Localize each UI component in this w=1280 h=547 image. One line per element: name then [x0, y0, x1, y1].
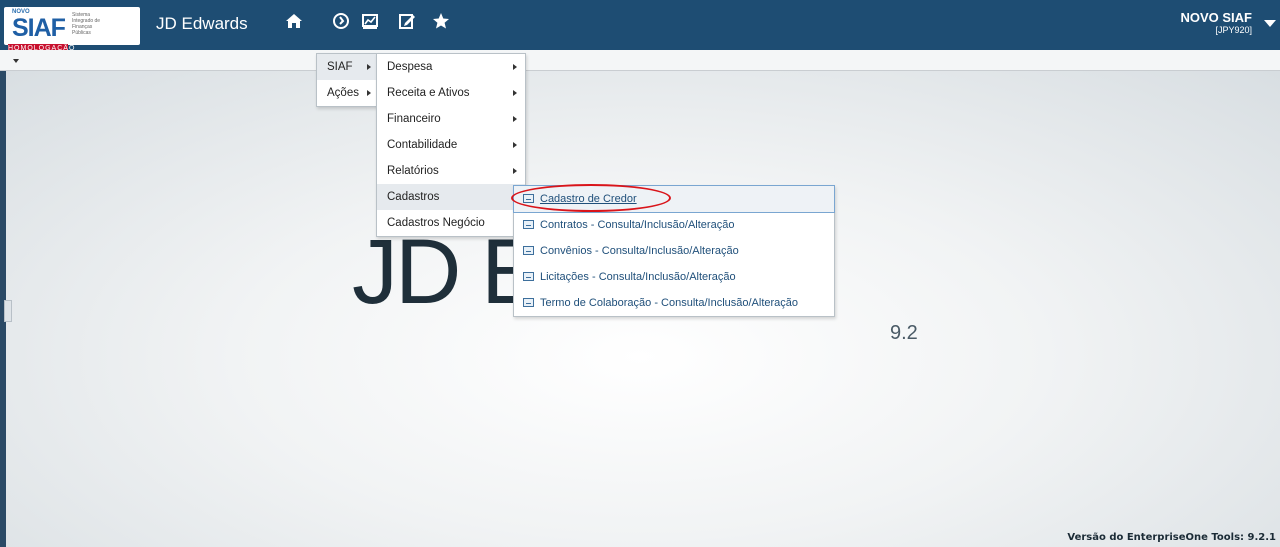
submenu-arrow-icon	[513, 116, 517, 122]
submenu-arrow-icon	[367, 90, 371, 96]
menu-item-label: Cadastros Negócio	[387, 217, 485, 229]
task-cadastro-de-credor[interactable]: Cadastro de Credor	[513, 185, 835, 213]
task-licitacoes[interactable]: Licitações - Consulta/Inclusão/Alteração	[514, 264, 834, 290]
task-app-icon	[523, 220, 534, 229]
caret-down-icon[interactable]	[13, 59, 19, 63]
edit-icon[interactable]	[396, 12, 418, 34]
task-label: Cadastro de Credor	[540, 193, 637, 205]
task-app-icon	[523, 194, 534, 203]
submenu-arrow-icon	[513, 142, 517, 148]
task-contratos[interactable]: Contratos - Consulta/Inclusão/Alteração	[514, 212, 834, 238]
tools-version-label: Versão do EnterpriseOne Tools: 9.2.1	[1067, 532, 1276, 543]
siaf-logo[interactable]: NOVO SIAF Sistema Integrado de Finanças …	[4, 7, 140, 53]
dashboard-icon[interactable]	[359, 12, 381, 34]
submenu-arrow-icon	[513, 168, 517, 174]
submenu-arrow-icon	[513, 90, 517, 96]
menu-item-label: Relatórios	[387, 165, 439, 177]
menu-item-cadastros-negocio[interactable]: Cadastros Negócio	[377, 210, 525, 236]
menu-item-label: Receita e Ativos	[387, 87, 470, 99]
menu-item-financeiro[interactable]: Financeiro	[377, 106, 525, 132]
menu-item-receita-ativos[interactable]: Receita e Ativos	[377, 80, 525, 106]
menu-item-label: SIAF	[327, 61, 353, 73]
submenu-arrow-icon	[513, 64, 517, 70]
user-dropdown-caret-icon[interactable]	[1264, 20, 1276, 27]
menu-item-despesa[interactable]: Despesa	[377, 54, 525, 80]
task-label: Licitações - Consulta/Inclusão/Alteração	[540, 271, 736, 283]
task-app-icon	[523, 272, 534, 281]
menu-item-siaf[interactable]: SIAF	[317, 54, 379, 80]
favorites-star-icon[interactable]	[430, 12, 452, 34]
user-menu[interactable]: NOVO SIAF [JPY920]	[1180, 10, 1252, 35]
task-convenios[interactable]: Convênios - Consulta/Inclusão/Alteração	[514, 238, 834, 264]
menu-level1: SIAF Ações	[316, 53, 380, 107]
task-label: Termo de Colaboração - Consulta/Inclusão…	[540, 297, 799, 309]
menu-item-contabilidade[interactable]: Contabilidade	[377, 132, 525, 158]
user-name: NOVO SIAF	[1180, 10, 1252, 25]
menu-item-label: Despesa	[387, 61, 433, 73]
submenu-arrow-icon	[367, 64, 371, 70]
task-app-icon	[523, 298, 534, 307]
jde-version: 9.2	[890, 322, 918, 344]
menu-level3-cadastros: Cadastro de Credor Contratos - Consulta/…	[513, 185, 835, 317]
menu-level2: Despesa Receita e Ativos Financeiro Cont…	[376, 53, 526, 237]
task-app-icon	[523, 246, 534, 255]
menu-item-label: Financeiro	[387, 113, 441, 125]
menu-item-acoes[interactable]: Ações	[317, 80, 379, 106]
logo-siaf-text: SIAF	[12, 14, 66, 42]
task-termo-de-colaboracao[interactable]: Termo de Colaboração - Consulta/Inclusão…	[514, 290, 834, 316]
menu-item-relatorios[interactable]: Relatórios	[377, 158, 525, 184]
recent-icon[interactable]	[330, 12, 352, 34]
menu-item-label: Cadastros	[387, 191, 440, 203]
carousel-toolbar	[0, 50, 1280, 71]
menu-item-cadastros[interactable]: Cadastros	[377, 184, 525, 210]
top-navigation-bar: NOVO SIAF Sistema Integrado de Finanças …	[0, 0, 1280, 53]
side-panel-handle[interactable]	[4, 300, 12, 322]
task-label: Contratos - Consulta/Inclusão/Alteração	[540, 219, 735, 231]
home-icon[interactable]	[283, 12, 305, 34]
app-name: JD Edwards	[156, 14, 248, 33]
menu-item-label: Ações	[327, 87, 359, 99]
user-environment: [JPY920]	[1215, 25, 1252, 35]
menu-item-label: Contabilidade	[387, 139, 458, 151]
logo-subtitle: Sistema Integrado de Finanças Públicas	[72, 12, 101, 36]
task-label: Convênios - Consulta/Inclusão/Alteração	[540, 245, 739, 257]
